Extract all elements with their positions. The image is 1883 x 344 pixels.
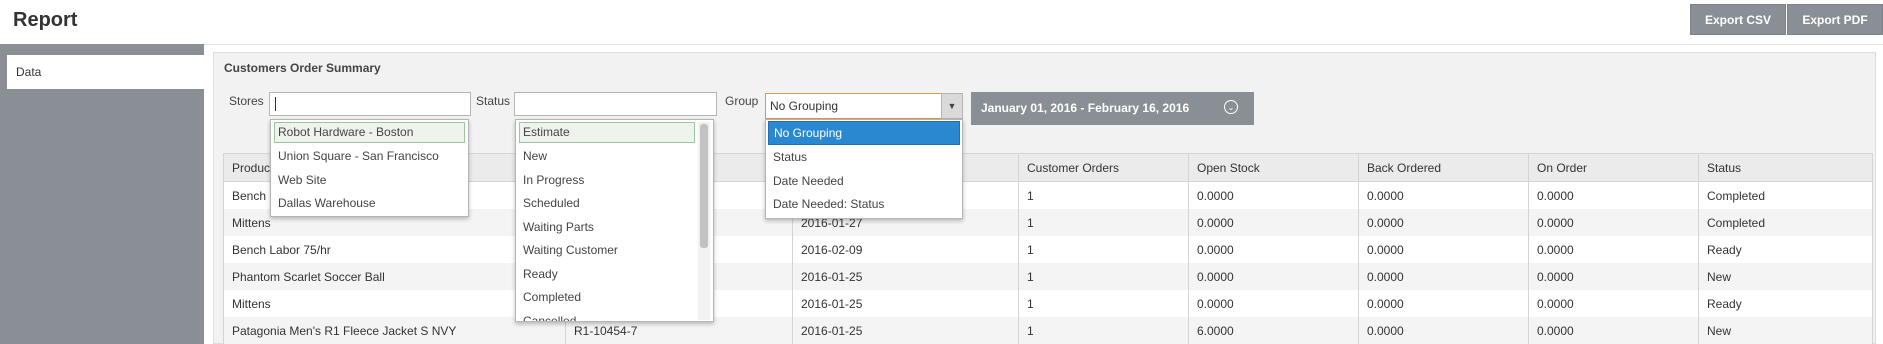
table-cell: 0.0000	[1188, 181, 1359, 209]
status-option[interactable]: Scheduled	[516, 192, 713, 216]
status-option[interactable]: Ready	[516, 263, 713, 287]
table-row[interactable]: Mittens 2016-01-25 1 0.0000 0.0000 0.000…	[223, 290, 1873, 317]
table-cell: 0.0000	[1358, 290, 1529, 317]
column-header[interactable]: Back Ordered	[1358, 153, 1529, 182]
stores-option[interactable]: Union Square - San Francisco	[271, 145, 468, 169]
group-option[interactable]: Date Needed	[766, 170, 962, 194]
status-scrollbar-thumb[interactable]	[700, 124, 708, 248]
status-option[interactable]: Waiting Parts	[516, 216, 713, 240]
table-cell: 2016-02-09	[792, 236, 1019, 263]
table-row[interactable]: Mittens 2016-01-27 1 0.0000 0.0000 0.000…	[223, 209, 1873, 236]
sidebar	[0, 44, 204, 344]
table-row[interactable]: Bench Labor 75/hr 2016-02-09 1 0.0000 0.…	[223, 236, 1873, 263]
panel-title: Customers Order Summary	[224, 61, 381, 75]
status-option[interactable]: New	[516, 145, 713, 169]
group-option[interactable]: Date Needed: Status	[766, 193, 962, 217]
column-header[interactable]: Customer Orders	[1018, 153, 1189, 182]
stores-option[interactable]: Dallas Warehouse	[271, 192, 468, 216]
sidebar-item-data[interactable]: Data	[7, 55, 204, 89]
status-option[interactable]: Waiting Customer	[516, 239, 713, 263]
table-cell: 2016-01-25	[792, 317, 1019, 344]
table-row[interactable]: Patagonia Men's R1 Fleece Jacket S NVY R…	[223, 317, 1873, 344]
table-cell: 0.0000	[1528, 181, 1699, 209]
group-dropdown: No Grouping Status Date Needed Date Need…	[765, 119, 963, 219]
table-cell: 0.0000	[1528, 236, 1699, 263]
table-cell: 0.0000	[1528, 263, 1699, 290]
table-row[interactable]: Bench 1 0.0000 0.0000 0.0000 Completed	[223, 181, 1873, 209]
table-cell: 1	[1018, 209, 1189, 236]
text-caret	[275, 97, 276, 111]
table-cell: 1	[1018, 181, 1189, 209]
group-select[interactable]: No Grouping	[765, 93, 963, 119]
table-cell: 0.0000	[1358, 317, 1529, 344]
stores-option[interactable]: Robot Hardware - Boston	[274, 122, 465, 143]
table-cell: 2016-01-25	[792, 290, 1019, 317]
table-cell: 0.0000	[1188, 263, 1359, 290]
status-option[interactable]: Cancelled	[516, 310, 713, 322]
table-header-row: Produc Customer Orders Open Stock Back O…	[223, 153, 1873, 182]
stores-input[interactable]	[269, 92, 471, 116]
table-cell: 0.0000	[1188, 236, 1359, 263]
table-cell: Completed	[1698, 209, 1873, 236]
status-option[interactable]: In Progress	[516, 169, 713, 193]
table-cell: 0.0000	[1188, 209, 1359, 236]
table-cell: 0.0000	[1358, 209, 1529, 236]
page-title: Report	[13, 9, 78, 31]
column-header[interactable]: On Order	[1528, 153, 1699, 182]
group-option[interactable]: No Grouping	[768, 121, 960, 145]
table-cell: 0.0000	[1188, 290, 1359, 317]
table-cell: 0.0000	[1528, 290, 1699, 317]
status-input[interactable]	[514, 92, 717, 116]
report-table: Produc Customer Orders Open Stock Back O…	[223, 153, 1873, 344]
table-cell: 1	[1018, 263, 1189, 290]
table-cell: Ready	[1698, 236, 1873, 263]
table-cell: 1	[1018, 236, 1189, 263]
group-option[interactable]: Status	[766, 146, 962, 170]
table-cell: 1	[1018, 317, 1189, 344]
table-row[interactable]: Phantom Scarlet Soccer Ball 2016-01-25 1…	[223, 263, 1873, 290]
header-divider	[0, 44, 1883, 45]
table-cell: 0.0000	[1528, 209, 1699, 236]
stores-label: Stores	[229, 94, 264, 108]
table-cell: 2016-01-25	[792, 263, 1019, 290]
table-cell: New	[1698, 263, 1873, 290]
table-cell: 0.0000	[1358, 181, 1529, 209]
table-cell: 0.0000	[1528, 317, 1699, 344]
table-cell: Completed	[1698, 181, 1873, 209]
stores-dropdown: Robot Hardware - Boston Union Square - S…	[270, 119, 469, 217]
table-cell: Ready	[1698, 290, 1873, 317]
stores-option[interactable]: Web Site	[271, 169, 468, 193]
table-cell: 0.0000	[1358, 263, 1529, 290]
status-dropdown: Estimate New In Progress Scheduled Waiti…	[515, 119, 714, 322]
group-label: Group	[725, 94, 759, 108]
export-csv-button[interactable]: Export CSV	[1690, 4, 1786, 35]
status-option[interactable]: Completed	[516, 286, 713, 310]
column-header[interactable]: Status	[1698, 153, 1873, 182]
table-cell: 1	[1018, 290, 1189, 317]
status-option[interactable]: Estimate	[519, 122, 695, 143]
chevron-down-circle-icon[interactable]: ⌄	[1224, 100, 1238, 114]
table-cell: 0.0000	[1358, 236, 1529, 263]
table-cell: 6.0000	[1188, 317, 1359, 344]
triangle-down-icon[interactable]: ▼	[941, 93, 963, 119]
date-range-button[interactable]: January 01, 2016 - February 16, 2016	[971, 92, 1254, 125]
export-pdf-button[interactable]: Export PDF	[1787, 4, 1883, 35]
column-header[interactable]: Open Stock	[1188, 153, 1359, 182]
status-label: Status	[476, 94, 511, 108]
table-cell: New	[1698, 317, 1873, 344]
